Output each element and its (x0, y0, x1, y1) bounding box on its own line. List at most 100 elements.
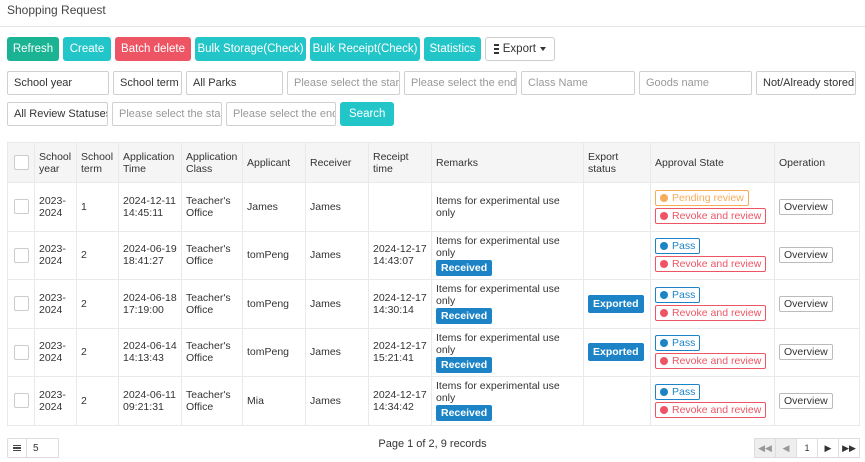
header-receipt-time[interactable]: Receipt time (368, 142, 432, 183)
row-checkbox[interactable] (13, 344, 29, 360)
first-page-icon: ◀◀ (758, 442, 772, 453)
title-divider (0, 26, 865, 27)
bulk-storage-button[interactable]: Bulk Storage(Check) (195, 37, 306, 61)
first-page-button[interactable]: ◀◀ (754, 438, 776, 458)
search-button[interactable]: Search (340, 102, 395, 126)
school-year-text: 2023-2024 (39, 194, 66, 219)
row-checkbox[interactable] (13, 393, 29, 409)
row-checkbox[interactable] (13, 247, 29, 263)
header-remarks[interactable]: Remarks (431, 142, 584, 183)
table-row[interactable]: 2023-2024 2 2024-06-11 09:21:31 Teacher'… (7, 376, 860, 426)
class-name-input[interactable]: Class Name (521, 71, 635, 95)
cell-export-status: Exported (583, 279, 651, 329)
remarks-text: Items for experimental use only (436, 331, 560, 356)
approval-state-tag[interactable]: Pass (655, 286, 701, 303)
revoke-review-tag[interactable]: Revoke and review (655, 353, 767, 370)
application-class-text: Teacher's Office (186, 194, 231, 219)
row-select-cell[interactable] (7, 279, 35, 329)
overview-button[interactable]: Overview (779, 198, 833, 215)
cell-export-status (583, 376, 651, 426)
overview-button[interactable]: Overview (779, 344, 833, 361)
receipt-time-text: 2024-12-17 14:30:14 (373, 291, 427, 316)
caret-down-icon (540, 47, 546, 51)
cell-application-time: 2024-06-19 18:41:27 (118, 230, 182, 280)
cell-application-time: 2024-12-11 14:45:11 (118, 182, 182, 232)
school-term-select[interactable]: School term (113, 71, 182, 95)
table-row[interactable]: 2023-2024 2 2024-06-18 17:19:00 Teacher'… (7, 279, 860, 329)
approval-state-tag[interactable]: Pass (655, 335, 701, 352)
cell-applicant: James (242, 182, 306, 232)
end-date-input[interactable]: Please select the end a (404, 71, 517, 95)
header-select-all[interactable] (7, 142, 35, 183)
header-export-status[interactable]: Export status (583, 142, 651, 183)
header-application-time[interactable]: Application Time (118, 142, 182, 183)
export-dropdown[interactable]: Export (485, 37, 555, 61)
overview-button[interactable]: Overview (779, 247, 833, 264)
cell-application-class: Teacher's Office (181, 182, 243, 232)
header-applicant[interactable]: Applicant (242, 142, 306, 183)
page-title: Shopping Request (7, 3, 106, 17)
prev-page-button[interactable]: ◀ (775, 438, 797, 458)
header-school-term[interactable]: School term (76, 142, 119, 183)
header-application-class[interactable]: Application Class (181, 142, 243, 183)
review-status-select[interactable]: All Review Statuses (7, 102, 108, 126)
header-approval-state[interactable]: Approval State (650, 142, 775, 183)
statistics-button[interactable]: Statistics (424, 37, 481, 61)
revoke-review-tag[interactable]: Revoke and review (655, 401, 767, 418)
last-page-button[interactable]: ▶▶ (838, 438, 860, 458)
approval-state-tag[interactable]: Pass (655, 383, 701, 400)
row-select-cell[interactable] (7, 376, 35, 426)
stored-status-select[interactable]: Not/Already stored (756, 71, 856, 95)
refresh-button[interactable]: Refresh (7, 37, 59, 61)
cell-school-year: 2023-2024 (34, 327, 77, 377)
receiver-text: James (310, 200, 341, 213)
school-year-select[interactable]: School year (7, 71, 109, 95)
revoke-review-text: Revoke and review (672, 403, 762, 416)
goods-name-input[interactable]: Goods name (639, 71, 752, 95)
revoke-review-tag[interactable]: Revoke and review (655, 304, 767, 321)
row-checkbox[interactable] (13, 296, 29, 312)
review-start-date-input[interactable]: Please select the start (112, 102, 222, 126)
row-select-cell[interactable] (7, 182, 35, 232)
application-time-text: 2024-06-19 18:41:27 (123, 243, 177, 268)
cell-remarks: Items for experimental use only Received (431, 327, 584, 377)
cell-receiver: James (305, 376, 369, 426)
bulk-receipt-button[interactable]: Bulk Receipt(Check) (310, 37, 420, 61)
approval-state-tag[interactable]: Pass (655, 238, 701, 255)
approval-state-tag[interactable]: Pending review (655, 189, 749, 206)
cell-remarks: Items for experimental use only Received (431, 230, 584, 280)
row-checkbox[interactable] (13, 199, 29, 215)
overview-button[interactable]: Overview (779, 295, 833, 312)
current-page-button[interactable]: 1 (796, 438, 818, 458)
cell-application-time: 2024-06-14 14:13:43 (118, 327, 182, 377)
cell-receipt-time: 2024-12-17 14:43:07 (368, 230, 432, 280)
review-end-date-input[interactable]: Please select the end r (226, 102, 336, 126)
list-icon (494, 42, 499, 56)
select-all-checkbox[interactable] (13, 155, 29, 170)
table-row[interactable]: 2023-2024 1 2024-12-11 14:45:11 Teacher'… (7, 182, 860, 232)
create-button[interactable]: Create (63, 37, 111, 61)
header-school-year[interactable]: School year (34, 142, 77, 183)
cell-applicant: tomPeng (242, 327, 306, 377)
cell-approval-state: Pass Revoke and review (650, 327, 775, 377)
cell-operation: Overview (774, 376, 860, 426)
revoke-review-tag[interactable]: Revoke and review (655, 207, 767, 224)
cell-remarks: Items for experimental use only Received (431, 376, 584, 426)
application-time-text: 2024-06-14 14:13:43 (123, 340, 177, 365)
row-select-cell[interactable] (7, 230, 35, 280)
applicant-text: tomPeng (247, 297, 290, 310)
table-row[interactable]: 2023-2024 2 2024-06-14 14:13:43 Teacher'… (7, 327, 860, 377)
batch-delete-button[interactable]: Batch delete (115, 37, 191, 61)
overview-button[interactable]: Overview (779, 392, 833, 409)
start-date-input[interactable]: Please select the start (287, 71, 400, 95)
row-select-cell[interactable] (7, 327, 35, 377)
parks-select[interactable]: All Parks (186, 71, 283, 95)
revoke-review-tag[interactable]: Revoke and review (655, 256, 767, 273)
receiver-text: James (310, 394, 341, 407)
next-page-button[interactable]: ▶ (817, 438, 839, 458)
cell-school-term: 2 (76, 279, 119, 329)
receiver-text: James (310, 346, 341, 359)
header-receiver[interactable]: Receiver (305, 142, 369, 183)
cell-receiver: James (305, 279, 369, 329)
table-row[interactable]: 2023-2024 2 2024-06-19 18:41:27 Teacher'… (7, 230, 860, 280)
